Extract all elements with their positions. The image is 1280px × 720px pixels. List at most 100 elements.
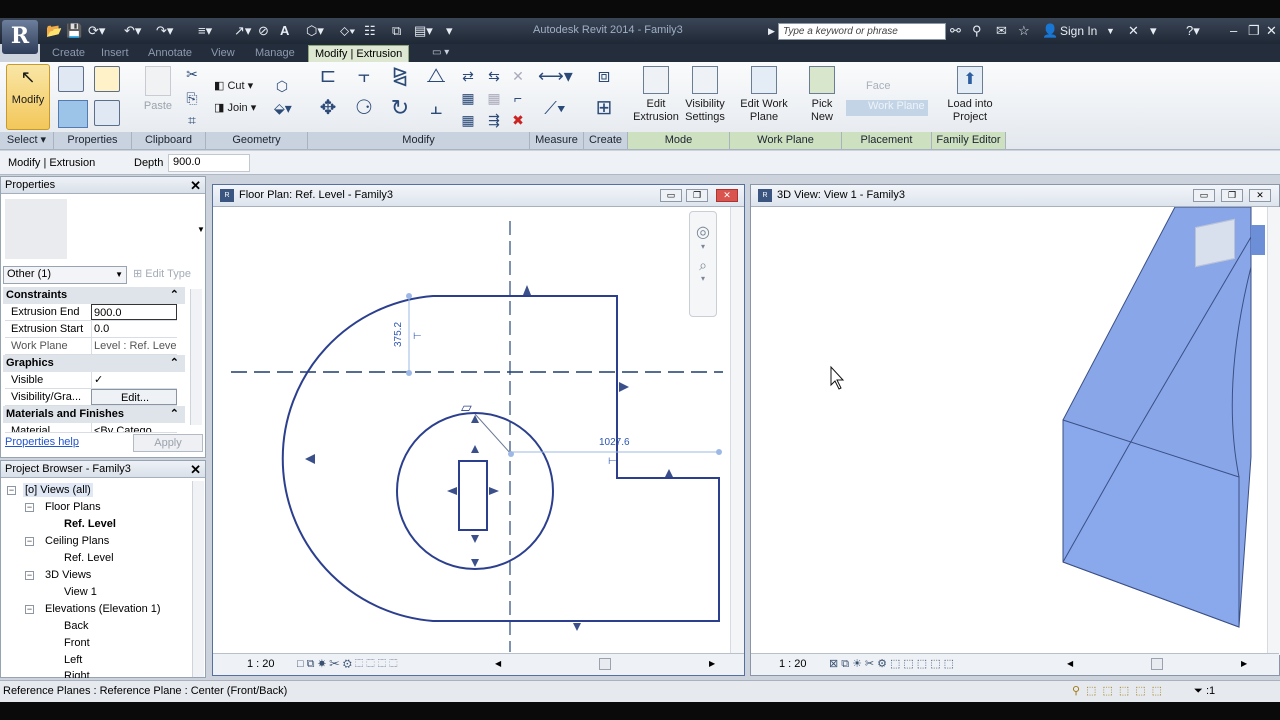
pick-new-button[interactable]: Pick New [800, 66, 844, 124]
lock-icon[interactable]: ⊢ [413, 331, 422, 342]
vertical-scrollbar[interactable] [1267, 207, 1280, 655]
sync-icon[interactable]: ⟳▾ [88, 22, 105, 40]
scroll-left-icon[interactable]: ◀ [495, 654, 501, 674]
vertical-scrollbar[interactable] [730, 207, 744, 655]
tree-item-ceiling-ref-level[interactable]: Ref. Level [64, 551, 114, 565]
edit-extrusion-button[interactable]: Edit Extrusion [630, 66, 682, 124]
split-icon[interactable]: ⇄ [460, 68, 476, 84]
subscription-icon[interactable]: ⚲ [972, 22, 982, 40]
3d-canvas[interactable] [751, 207, 1267, 655]
shape-handle-arrow[interactable] [447, 487, 457, 495]
tree-item-ref-level[interactable]: Ref. Level [64, 517, 116, 531]
help-icon[interactable]: ?▾ [1186, 22, 1200, 40]
shape-handle-arrow[interactable] [471, 415, 479, 423]
family-types-icon[interactable] [94, 66, 122, 94]
panel-select[interactable]: Select ▾ [0, 132, 54, 149]
align-icon[interactable]: ⊏ [316, 66, 340, 92]
category-params-icon[interactable] [94, 100, 122, 128]
delete-icon[interactable]: ✖ [510, 112, 526, 128]
communication-icon[interactable]: ✉ [996, 22, 1007, 40]
view-control-icons[interactable]: □⧉☀✂⚙⬚⬚⬚⬚ [297, 654, 401, 674]
favorites-icon[interactable]: ☆ [1018, 22, 1030, 40]
properties-help-link[interactable]: Properties help [5, 436, 79, 448]
tree-item-view-1[interactable]: View 1 [64, 585, 97, 599]
match-type-icon[interactable]: ⌗ [184, 112, 200, 128]
tree-item-elevations[interactable]: Elevations (Elevation 1) [45, 602, 161, 616]
tab-view[interactable]: View [211, 45, 235, 62]
tag-icon[interactable]: ⊘ [258, 22, 269, 40]
restore-icon[interactable]: ❐ [1248, 22, 1260, 40]
scale-label[interactable]: 1 : 20 [779, 654, 807, 674]
search-expand-icon[interactable]: ▶ [768, 22, 775, 40]
chevron-down-icon[interactable]: ▾ [690, 274, 716, 283]
browser-scrollbar[interactable] [192, 481, 204, 677]
trim-multiple-icon[interactable]: ⌐ [510, 90, 526, 106]
undo-icon[interactable]: ↶▾ [124, 22, 141, 40]
dimension-grip[interactable] [406, 370, 412, 376]
close-icon[interactable]: ✕ [190, 462, 201, 478]
tab-annotate[interactable]: Annotate [148, 45, 192, 62]
aligned-dimension-icon[interactable]: ⟷▾ [538, 67, 573, 85]
tree-item-left[interactable]: Left [64, 653, 82, 667]
horizontal-scroll-thumb[interactable] [599, 658, 611, 670]
maximize-icon[interactable]: ❐ [1221, 189, 1243, 202]
thin-lines-icon[interactable]: ≡▾ [198, 22, 212, 40]
edit-work-plane-button[interactable]: Edit Work Plane [734, 66, 794, 124]
extrusion-profile[interactable] [281, 295, 720, 622]
group-materials[interactable]: Materials and Finishes ⌃ [3, 406, 185, 423]
measure-distance-icon[interactable]: ⟋▾ [538, 99, 572, 117]
selection-filter-icons[interactable]: ⚲⬚⬚⬚⬚⬚ [1072, 681, 1168, 701]
copy-icon[interactable]: ⎘ [184, 90, 200, 106]
shape-handle-arrow[interactable] [573, 623, 581, 631]
unpin-icon[interactable]: ▦ [460, 112, 476, 128]
floor-plan-canvas[interactable]: 375.2 1027.6 ⊢ ⊢ ▱ [213, 207, 744, 655]
customize-qat-icon[interactable]: ▾ [446, 22, 453, 40]
extrusion-circle[interactable] [396, 412, 554, 570]
steering-wheel-icon[interactable]: ◎ [690, 222, 716, 242]
type-properties-icon[interactable] [58, 66, 86, 94]
horizontal-scroll-thumb[interactable] [1151, 658, 1163, 670]
tile-icon[interactable]: ▤▾ [414, 22, 433, 40]
properties-scrollbar[interactable] [190, 289, 202, 425]
tab-insert[interactable]: Insert [101, 45, 129, 62]
chevron-down-icon[interactable]: ▼ [197, 225, 205, 234]
minimize-icon[interactable]: ‒ [1230, 22, 1237, 40]
shape-handle-arrow[interactable] [619, 382, 629, 392]
viewcube[interactable] [1195, 218, 1235, 268]
sign-in-button[interactable]: Sign In [1060, 22, 1097, 40]
close-hidden-icon[interactable]: ⧉ [392, 22, 401, 40]
collapse-toggle[interactable]: − [25, 503, 34, 512]
extrusion-rectangle[interactable] [458, 460, 488, 531]
rotate-icon[interactable]: ↻ [388, 97, 412, 124]
apply-button[interactable]: Apply [133, 434, 203, 452]
radius-edit-icon[interactable]: ▱ [461, 399, 472, 415]
type-selector-dropdown[interactable]: Other (1) ▼ [3, 266, 127, 284]
trim-extend-icon[interactable]: ⫠ [424, 98, 448, 124]
mirror-axis-icon[interactable]: ⧎ [388, 66, 412, 92]
maximize-icon[interactable]: ❐ [686, 189, 708, 202]
visible-checkbox[interactable]: ✓ [91, 372, 177, 388]
tree-item-right[interactable]: Right [64, 669, 90, 678]
create-similar-icon[interactable]: ⊞ [590, 98, 618, 128]
section-icon[interactable]: ⬦▾ [340, 22, 355, 40]
create-group-icon[interactable]: ⧈ [590, 66, 618, 96]
properties-toggle-icon[interactable] [58, 100, 88, 128]
ribbon-minimize-icon[interactable]: ▭ ▾ [432, 45, 449, 62]
scale-label[interactable]: 1 : 20 [247, 654, 275, 674]
collapse-toggle[interactable]: − [25, 537, 34, 546]
filter-icon[interactable]: ⏷ [1194, 681, 1203, 701]
tree-item-3d-views[interactable]: 3D Views [45, 568, 91, 582]
dimension-label[interactable]: 375.2 [393, 322, 404, 347]
depth-input[interactable]: 900.0 [168, 154, 250, 172]
tree-item-front[interactable]: Front [64, 636, 90, 650]
extend-icon[interactable]: ⇶ [486, 112, 502, 128]
scale-icon[interactable]: ▦ [486, 90, 502, 106]
paint-icon[interactable]: ⬙▾ [274, 100, 292, 116]
tab-manage[interactable]: Manage [255, 45, 295, 62]
text-icon[interactable]: A [280, 22, 289, 40]
collapse-toggle[interactable]: − [25, 571, 34, 580]
user-icon[interactable]: 👤 [1042, 22, 1058, 40]
move-icon[interactable]: ✥ [316, 98, 340, 124]
group-constraints[interactable]: Constraints ⌃ [3, 287, 185, 304]
edit-type-button[interactable]: ⊞ Edit Type [133, 267, 191, 280]
